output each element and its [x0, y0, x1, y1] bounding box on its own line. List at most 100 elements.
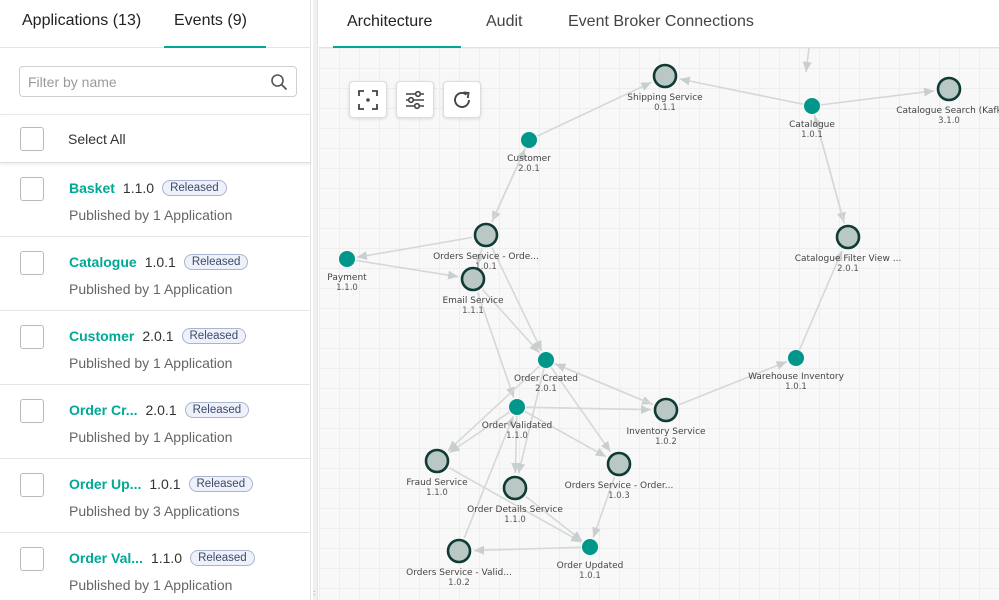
node-label: Orders Service - Valid... [406, 568, 512, 578]
application-node-ordersvc3[interactable]: Orders Service - Order...1.0.3 [565, 451, 674, 501]
node-circle [473, 222, 499, 248]
event-node-ordercreated[interactable]: Order Created2.0.1 [514, 352, 578, 394]
published-by: Published by 1 Application [69, 281, 233, 297]
left-tab-bar: Applications (13) Events (9) [0, 0, 310, 48]
published-by: Published by 3 Applications [69, 503, 240, 519]
fit-view-button[interactable] [349, 81, 387, 118]
status-badge: Released [188, 476, 254, 492]
node-circle [538, 352, 554, 368]
list-item[interactable]: Order Up... 1.0.1 Released Published by … [0, 459, 311, 533]
event-version: 2.0.1 [145, 402, 177, 418]
node-circle [339, 251, 355, 267]
status-badge: Released [184, 402, 250, 418]
node-circle [788, 350, 804, 366]
node-version: 1.1.0 [504, 515, 526, 525]
node-label: Order Validated [482, 421, 552, 431]
architecture-graph[interactable]: Shipping Service0.1.1Catalogue1.0.1Catal… [319, 48, 999, 600]
list-item[interactable]: Customer 2.0.1 Released Published by 1 A… [0, 311, 311, 385]
event-name-link[interactable]: Order Cr... [69, 402, 137, 418]
select-all-label: Select All [68, 131, 126, 147]
event-name-link[interactable]: Catalogue [69, 254, 137, 270]
node-circle [835, 224, 861, 250]
event-version: 1.1.0 [122, 180, 155, 196]
tab-architecture[interactable]: Architecture [347, 13, 432, 31]
application-node-catsearch[interactable]: Catalogue Search (Kafk3.1.0 [896, 76, 999, 126]
item-checkbox[interactable] [20, 473, 44, 497]
node-label: Catalogue [789, 120, 835, 130]
node-circle [936, 76, 962, 102]
list-item[interactable]: Basket 1.1.0 Released Published by 1 App… [0, 163, 311, 237]
select-all-row: Select All [0, 114, 311, 163]
nodes-layer: Shipping Service0.1.1Catalogue1.0.1Catal… [327, 63, 999, 588]
graph-edge [678, 360, 788, 406]
list-item[interactable]: Order Val... 1.1.0 Released Published by… [0, 533, 311, 600]
status-badge: Released [162, 180, 227, 196]
event-node-orderupdated[interactable]: Order Updated1.0.1 [557, 539, 624, 581]
event-name-link[interactable]: Basket [69, 180, 115, 196]
item-checkbox[interactable] [20, 177, 44, 201]
node-circle [521, 132, 537, 148]
layout-settings-button[interactable] [396, 81, 434, 118]
active-tab-indicator [164, 46, 266, 48]
node-version: 1.0.1 [579, 571, 601, 581]
event-name-link[interactable]: Customer [69, 328, 134, 344]
node-circle [424, 448, 450, 474]
published-by: Published by 1 Application [69, 429, 233, 445]
node-version: 2.0.1 [518, 164, 540, 174]
node-version: 1.0.1 [785, 382, 807, 392]
graph-edge [554, 363, 654, 406]
node-label: Orders Service - Order... [565, 481, 674, 491]
refresh-button[interactable] [443, 81, 481, 118]
graph-edge [820, 87, 935, 106]
list-item[interactable]: Catalogue 1.0.1 Released Published by 1 … [0, 237, 311, 311]
node-circle [582, 539, 598, 555]
node-label: Order Created [514, 374, 578, 384]
node-version: 1.0.2 [655, 437, 677, 447]
node-version: 1.1.0 [426, 488, 448, 498]
tab-events[interactable]: Events (9) [174, 12, 247, 30]
item-checkbox[interactable] [20, 399, 44, 423]
status-badge: Released [190, 550, 255, 566]
application-node-ordersvcvalid[interactable]: Orders Service - Valid...1.0.2 [406, 538, 512, 588]
node-label: Orders Service - Orde... [433, 252, 539, 262]
node-version: 1.0.3 [608, 491, 630, 501]
application-node-orderdetails[interactable]: Order Details Service1.1.0 [467, 475, 563, 525]
graph-edge [536, 81, 652, 137]
graph-canvas[interactable]: Shipping Service 0.1.1 Catalogue 1.0.1 Catal… [319, 48, 999, 600]
item-checkbox[interactable] [20, 325, 44, 349]
node-label: Payment [327, 273, 367, 283]
graph-edge [802, 48, 812, 73]
node-label: Catalogue Search (Kafk [896, 106, 999, 116]
published-by: Published by 1 Application [69, 577, 233, 593]
application-node-ordersvc[interactable]: Orders Service - Orde...1.0.1 [433, 222, 539, 272]
filter-input[interactable] [20, 67, 260, 96]
architecture-panel: Architecture Audit Event Broker Connecti… [319, 0, 999, 600]
event-list-panel: Applications (13) Events (9) Select All … [0, 0, 311, 600]
graph-edge [798, 250, 843, 351]
panel-resize-handle[interactable] [313, 0, 318, 600]
event-name-link[interactable]: Order Val... [69, 550, 143, 566]
graph-edge [524, 410, 607, 458]
node-label: Customer [507, 154, 551, 164]
list-item[interactable]: Order Cr... 2.0.1 Released Published by … [0, 385, 311, 459]
item-checkbox[interactable] [20, 251, 44, 275]
tab-event-broker-connections[interactable]: Event Broker Connections [568, 13, 754, 31]
node-circle [653, 397, 679, 423]
application-node-catfilter[interactable]: Catalogue Filter View ...2.0.1 [795, 224, 902, 274]
node-label: Order Updated [557, 561, 624, 571]
search-icon[interactable] [270, 73, 288, 91]
node-version: 1.0.2 [448, 578, 470, 588]
node-version: 2.0.1 [535, 384, 557, 394]
application-node-inventory[interactable]: Inventory Service1.0.2 [626, 397, 706, 447]
node-label: Warehouse Inventory [748, 372, 845, 382]
event-name-link[interactable]: Order Up... [69, 476, 141, 492]
node-version: 3.1.0 [938, 116, 960, 126]
event-node-customer[interactable]: Customer2.0.1 [507, 132, 551, 174]
item-checkbox[interactable] [20, 547, 44, 571]
tab-applications[interactable]: Applications (13) [22, 12, 141, 30]
published-by: Published by 1 Application [69, 207, 233, 223]
tab-audit[interactable]: Audit [486, 13, 522, 31]
node-version: 1.1.0 [336, 283, 358, 293]
graph-edge [473, 545, 582, 555]
select-all-checkbox[interactable] [20, 127, 44, 151]
